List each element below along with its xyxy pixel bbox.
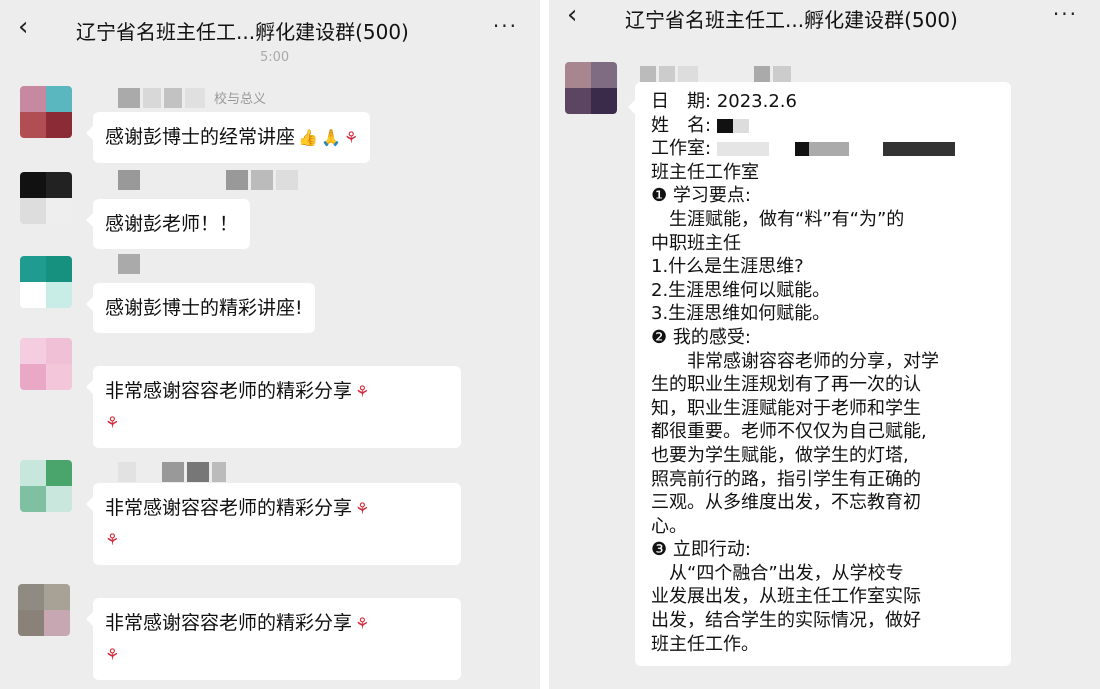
sender-name: 校与总义	[118, 88, 266, 108]
timestamp: 5:00	[260, 50, 290, 65]
avatar[interactable]	[20, 86, 72, 138]
avatar[interactable]	[20, 460, 72, 512]
left-chat-panel: ‹ 辽宁省名班主任工...孵化建设群(500) ··· 5:00 校与总义 感谢…	[0, 0, 540, 689]
rose-icon: ⚘	[343, 128, 359, 147]
text-line: 班主任工作。	[651, 633, 759, 655]
text-line: 业发展出发，从班主任工作室实际	[651, 586, 921, 608]
text-line: 都很重要。老师不仅仅为自己赋能,	[651, 421, 927, 443]
rose-icon: ⚘	[105, 530, 120, 549]
text-line: 生涯赋能，做有“料”有“为”的	[651, 208, 905, 230]
message-text: 非常感谢容容老师的精彩分享	[105, 380, 353, 402]
rose-icon: ⚘	[355, 382, 370, 401]
avatar[interactable]	[18, 584, 70, 636]
rose-icon: ⚘	[355, 499, 370, 518]
text-line: 心。	[651, 515, 687, 537]
message-text: 感谢彭老师！！	[105, 213, 239, 235]
message-bubble[interactable]: 非常感谢容容老师的精彩分享 ⚘ ⚘	[86, 598, 461, 680]
rose-icon: ⚘	[355, 614, 370, 633]
studio-line: 班主任工作室	[651, 161, 759, 183]
text-line: 知，职业生涯赋能对于老师和学生	[651, 397, 921, 419]
redacted-studio	[716, 142, 769, 157]
text-line: 中职班主任	[651, 232, 741, 254]
message-bubble[interactable]: 非常感谢容容老师的精彩分享 ⚘ ⚘	[86, 483, 461, 565]
rose-icon: ⚘	[105, 413, 120, 432]
more-options-icon[interactable]: ···	[1053, 2, 1078, 26]
chat-header: ‹ 辽宁省名班主任工...孵化建设群(500) ···	[0, 0, 540, 56]
message-text: 非常感谢容容老师的精彩分享	[105, 612, 353, 634]
back-arrow-icon[interactable]: ‹	[567, 0, 577, 30]
avatar[interactable]	[20, 172, 72, 224]
chat-title: 辽宁省名班主任工...孵化建设群(500)	[76, 20, 409, 44]
text-line: 照亮前行的路，指引学生有正确的	[651, 468, 921, 490]
section-heading: ❷ 我的感受:	[651, 326, 751, 348]
redacted-name	[716, 118, 733, 133]
avatar[interactable]	[20, 256, 72, 308]
long-message-bubble[interactable]: 日 期: 2023.2.6 姓 名: 工作室: 班主任工作室 ❶ 学习要点: 生…	[628, 82, 1011, 667]
avatar[interactable]	[20, 338, 72, 390]
message-text: 感谢彭博士的经常讲座	[105, 126, 296, 148]
text-line: 非常感谢容容老师的分享，对学	[651, 350, 939, 372]
studio-label: 工作室:	[651, 138, 712, 160]
message-bubble[interactable]: 感谢彭博士的经常讲座 👍 🙏 ⚘	[85, 112, 371, 163]
text-line: 出发，结合学生的实际情况，做好	[651, 610, 921, 632]
text-line: 1.什么是生涯思维?	[651, 256, 804, 278]
message-text: 非常感谢容容老师的精彩分享	[105, 497, 353, 519]
name-label: 姓 名:	[651, 114, 712, 136]
sender-name	[118, 462, 226, 482]
back-arrow-icon[interactable]: ‹	[18, 12, 28, 42]
message-bubble[interactable]: 非常感谢容容老师的精彩分享 ⚘ ⚘	[86, 366, 461, 448]
section-heading: ❸ 立即行动:	[651, 539, 751, 561]
chat-title: 辽宁省名班主任工...孵化建设群(500)	[625, 8, 958, 32]
rose-icon: ⚘	[105, 645, 120, 664]
date-label: 日 期:	[651, 91, 712, 112]
sender-fragment: 校与总义	[214, 92, 267, 107]
more-options-icon[interactable]: ···	[493, 14, 518, 38]
message-text: 感谢彭博士的精彩讲座!	[105, 297, 303, 319]
thumbs-up-icon: 👍	[298, 128, 318, 147]
sender-name	[118, 254, 140, 274]
date-value: 2023.2.6	[716, 91, 797, 112]
chat-header: ‹ 辽宁省名班主任工...孵化建设群(500) ···	[549, 0, 1100, 56]
text-line: 2.生涯思维何以赋能。	[651, 279, 831, 301]
panel-divider	[540, 0, 549, 689]
message-bubble[interactable]: 感谢彭博士的精彩讲座!	[86, 283, 315, 333]
praying-hands-icon: 🙏	[320, 128, 341, 147]
text-line: 从“四个融合”出发，从学校专	[651, 562, 904, 584]
avatar[interactable]	[565, 62, 617, 114]
text-line: 3.生涯思维如何赋能。	[651, 303, 831, 325]
sender-name	[118, 170, 298, 190]
message-bubble[interactable]: 感谢彭老师！！	[85, 199, 251, 249]
section-heading: ❶ 学习要点:	[651, 185, 751, 207]
text-line: 生的职业生涯规划有了再一次的认	[651, 374, 921, 396]
text-line: 三观。从多维度出发，不忘教育初	[651, 492, 921, 514]
text-line: 也要为学生赋能，做学生的灯塔,	[651, 444, 909, 466]
